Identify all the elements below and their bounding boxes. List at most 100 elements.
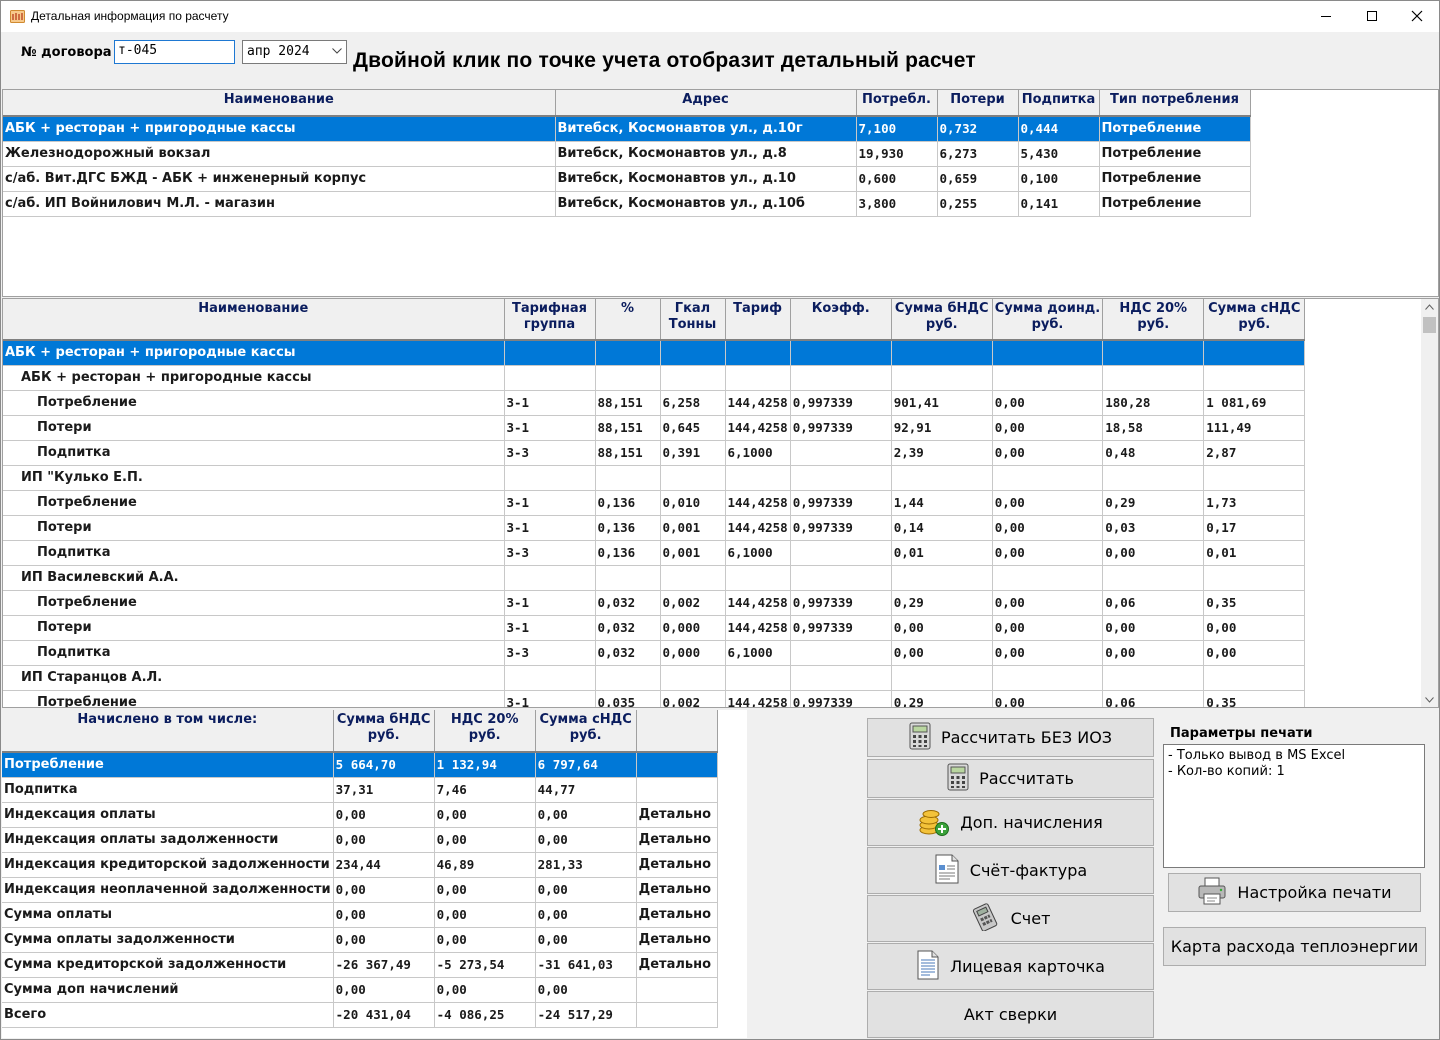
summary-col-header[interactable]: Сумма сНДС руб. [535, 710, 637, 753]
period-select[interactable]: апр 2024 [242, 40, 347, 64]
extra-charges-button[interactable]: Доп. начисления [867, 799, 1154, 846]
table-row[interactable]: Индексация оплаты задолженности 0,00 0,00 0… [2, 827, 718, 853]
table-cell: Сумма доп начислений [2, 977, 334, 1003]
detail-scrollbar[interactable] [1421, 299, 1438, 707]
table-cell: 0,03 [1102, 515, 1205, 541]
contract-input[interactable]: т-045 [114, 40, 235, 64]
table-row[interactable]: Потребление 3-1 0,035 0,002 144,4258 0,997339… [3, 690, 1306, 707]
summary-col-header[interactable]: Начислено в том числе: [2, 710, 334, 753]
bill-button[interactable]: Счет [867, 895, 1154, 942]
table-row[interactable]: Потребление 3-1 88,151 6,258 144,4258 0,99733… [3, 390, 1306, 416]
detail-col-header-line: руб. [1137, 317, 1170, 332]
detail-col-header[interactable]: Гкал Тонны [660, 299, 726, 341]
points-col-header[interactable]: Потребл. [856, 90, 938, 117]
table-row[interactable]: с/аб. ИП Войнилович М.Л. - магазин Витебс… [3, 191, 1251, 217]
table-row[interactable]: АБК + ресторан + пригородные кассы [3, 365, 1306, 391]
table-row[interactable]: ИП Старанцов А.Л. [3, 665, 1306, 691]
table-row[interactable]: Подпитка 37,31 7,46 44,77 [2, 777, 718, 803]
detail-link[interactable]: Детально [636, 877, 718, 903]
calc-button[interactable]: Рассчитать [867, 759, 1154, 798]
detail-link[interactable]: Детально [636, 902, 718, 928]
points-col-header[interactable]: Подпитка [1018, 90, 1100, 117]
table-row[interactable]: Потери 3-1 88,151 0,645 144,4258 0,997339 92,9… [3, 415, 1306, 441]
detail-link[interactable]: Детально [636, 827, 718, 853]
table-cell: 0,00 [535, 827, 637, 853]
table-cell [790, 640, 892, 666]
detail-link[interactable]: Детально [636, 852, 718, 878]
table-row[interactable]: АБК + ресторан + пригородные кассы Витебс… [3, 116, 1251, 142]
points-col-header[interactable]: Потери [937, 90, 1019, 117]
table-row[interactable]: Потребление 3-1 0,032 0,002 144,4258 0,997339… [3, 590, 1306, 616]
detail-link[interactable]: Детально [636, 927, 718, 953]
table-row[interactable]: Потребление 5 664,70 1 132,94 6 797,64 [2, 752, 718, 778]
table-row[interactable]: Сумма оплаты задолженности 0,00 0,00 0,00 Де… [2, 927, 718, 953]
minimize-button[interactable] [1303, 1, 1349, 32]
table-row[interactable]: Подпитка 3-3 0,136 0,001 6,1000 0,01 0,00 0,00 0… [3, 540, 1306, 566]
table-row[interactable]: Железнодорожный вокзал Витебск, Космонавт… [3, 141, 1251, 167]
print-settings-button[interactable]: Настройка печати [1168, 873, 1421, 912]
table-cell: ИП Василевский А.А. [3, 565, 505, 591]
table-cell: 0,00 [891, 640, 993, 666]
summary-col-header[interactable]: НДС 20% руб. [434, 710, 536, 753]
scroll-thumb[interactable] [1423, 317, 1436, 333]
print-params-list[interactable]: - Только вывод в MS Excel - Кол-во копий… [1163, 744, 1425, 868]
table-row[interactable]: Потребление 3-1 0,136 0,010 144,4258 0,997339… [3, 490, 1306, 516]
table-row[interactable]: ИП "Кулько Е.П. [3, 465, 1306, 491]
heat-map-label: Карта расхода теплоэнергии [1170, 937, 1419, 956]
detail-col-header[interactable]: Тарифная группа [504, 299, 596, 341]
maximize-button[interactable] [1349, 1, 1395, 32]
table-row[interactable]: Подпитка 3-3 88,151 0,391 6,1000 2,39 0,00 0,48… [3, 440, 1306, 466]
points-col-header[interactable]: Тип потребления [1099, 90, 1251, 117]
detail-col-header[interactable]: НДС 20% руб. [1102, 299, 1205, 341]
table-cell [660, 665, 726, 691]
points-col-header[interactable]: Адрес [555, 90, 857, 117]
summary-col-header[interactable] [636, 710, 718, 753]
table-row[interactable]: Подпитка 3-3 0,032 0,000 6,1000 0,00 0,00 0,00 0… [3, 640, 1306, 666]
table-cell: 0,001 [660, 515, 726, 541]
detail-table: Наименование Тарифная группа% Гкал Тонны Тари… [3, 299, 1306, 707]
table-cell: 0,00 [535, 902, 637, 928]
table-row[interactable]: с/аб. Вит.ДГС БЖД - АБК + инженерный кор… [3, 166, 1251, 192]
detail-link[interactable]: Детально [636, 952, 718, 978]
detail-col-header[interactable]: Коэфф. [790, 299, 892, 341]
table-row[interactable]: Индексация оплаты 0,00 0,00 0,00 Детально [2, 802, 718, 828]
table-cell [790, 440, 892, 466]
table-cell: 0,035 [595, 690, 661, 707]
table-cell: 0,00 [992, 440, 1104, 466]
table-row[interactable]: Сумма доп начислений 0,00 0,00 0,00 [2, 977, 718, 1003]
table-row[interactable]: Сумма оплаты 0,00 0,00 0,00 Детально [2, 902, 718, 928]
calc-no-ioz-button[interactable]: Рассчитать БЕЗ ИОЗ [867, 718, 1154, 757]
scroll-up-icon[interactable] [1425, 304, 1434, 310]
table-row[interactable]: Сумма кредиторской задолженности -26 367,… [2, 952, 718, 978]
close-button[interactable] [1394, 1, 1440, 32]
table-cell: 3-1 [504, 490, 596, 516]
table-row[interactable]: ИП Василевский А.А. [3, 565, 1306, 591]
invoice-button[interactable]: Счёт-фактура [867, 847, 1154, 894]
detail-col-header[interactable]: Тариф [725, 299, 791, 341]
table-cell: 0,00 [434, 977, 536, 1003]
extra-charges-label: Доп. начисления [960, 813, 1103, 832]
scroll-down-icon[interactable] [1425, 697, 1434, 703]
detail-link[interactable]: Детально [636, 802, 718, 828]
table-row[interactable]: Всего -20 431,04 -4 086,25 -24 517,29 [2, 1002, 718, 1028]
table-cell [790, 665, 892, 691]
table-row[interactable]: Потери 3-1 0,136 0,001 144,4258 0,997339 0,14 0… [3, 515, 1306, 541]
table-cell: Витебск, Космонавтов ул., д.8 [555, 141, 857, 167]
table-row[interactable]: Потери 3-1 0,032 0,000 144,4258 0,997339 0,00 0… [3, 615, 1306, 641]
table-row[interactable]: АБК + ресторан + пригородные кассы [3, 340, 1306, 366]
account-card-button[interactable]: Лицевая карточка [867, 943, 1154, 990]
detail-col-header[interactable]: Наименование [3, 299, 505, 341]
detail-col-header[interactable]: Сумма сНДС руб. [1203, 299, 1306, 341]
heat-map-button[interactable]: Карта расхода теплоэнергии [1163, 927, 1426, 966]
detail-col-header[interactable]: Сумма доинд. руб. [992, 299, 1104, 341]
table-row[interactable]: Индексация кредиторской задолженности 234… [2, 852, 718, 878]
table-cell [790, 340, 892, 366]
table-cell [891, 365, 993, 391]
table-cell: Всего [2, 1002, 334, 1028]
detail-col-header[interactable]: Сумма бНДС руб. [891, 299, 993, 341]
summary-col-header[interactable]: Сумма бНДС руб. [333, 710, 435, 753]
reconciliation-button[interactable]: Акт сверки [867, 991, 1154, 1038]
table-row[interactable]: Индексация неоплаченной задолженности 0,0… [2, 877, 718, 903]
detail-col-header[interactable]: % [595, 299, 661, 341]
points-col-header[interactable]: Наименование [3, 90, 556, 117]
